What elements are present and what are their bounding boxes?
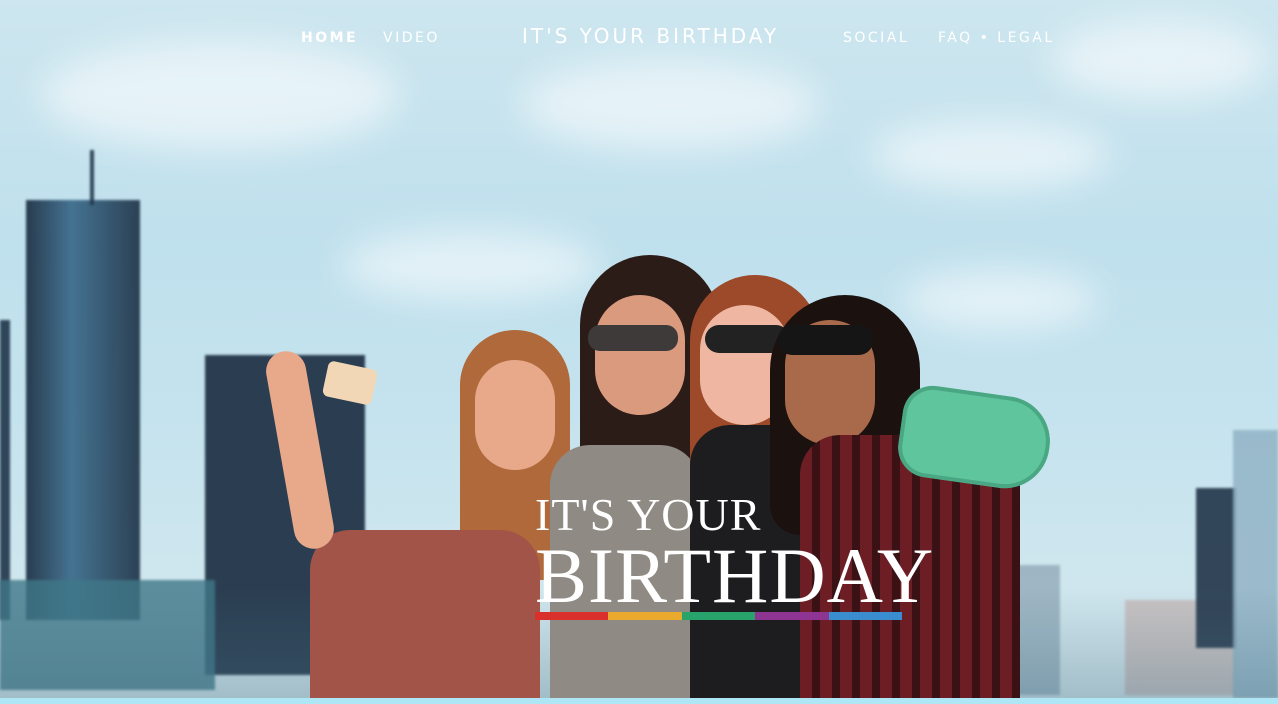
- top-navigation: HOME VIDEO IT'S YOUR BIRTHDAY SOCIAL FAQ…: [0, 0, 1278, 76]
- stripe-segment: [828, 612, 903, 620]
- phone-icon: [321, 360, 379, 406]
- stripe-segment: [755, 612, 829, 620]
- logo-line-2: BIRTHDAY: [535, 532, 935, 619]
- bottom-accent-bar: [0, 698, 1278, 704]
- stripe-segment: [681, 612, 756, 620]
- sunglasses-icon: [778, 325, 873, 355]
- stripe-segment: [535, 612, 609, 620]
- building: [0, 320, 10, 620]
- nav-home-link[interactable]: HOME: [301, 30, 358, 46]
- nav-social-link[interactable]: SOCIAL: [843, 30, 909, 46]
- hero-logo: IT'S YOUR BIRTHDAY: [535, 492, 935, 620]
- nav-faq-legal-link[interactable]: FAQ • LEGAL: [938, 30, 1055, 46]
- skyscraper: [26, 200, 140, 620]
- cloud: [870, 120, 1110, 190]
- stripe-segment: [608, 612, 682, 620]
- sunglasses-icon: [588, 325, 678, 351]
- site-title[interactable]: IT'S YOUR BIRTHDAY: [522, 24, 779, 48]
- rainbow-stripe: [535, 612, 903, 620]
- person-1: [262, 330, 570, 698]
- nav-video-link[interactable]: VIDEO: [383, 30, 440, 46]
- antenna: [90, 150, 94, 205]
